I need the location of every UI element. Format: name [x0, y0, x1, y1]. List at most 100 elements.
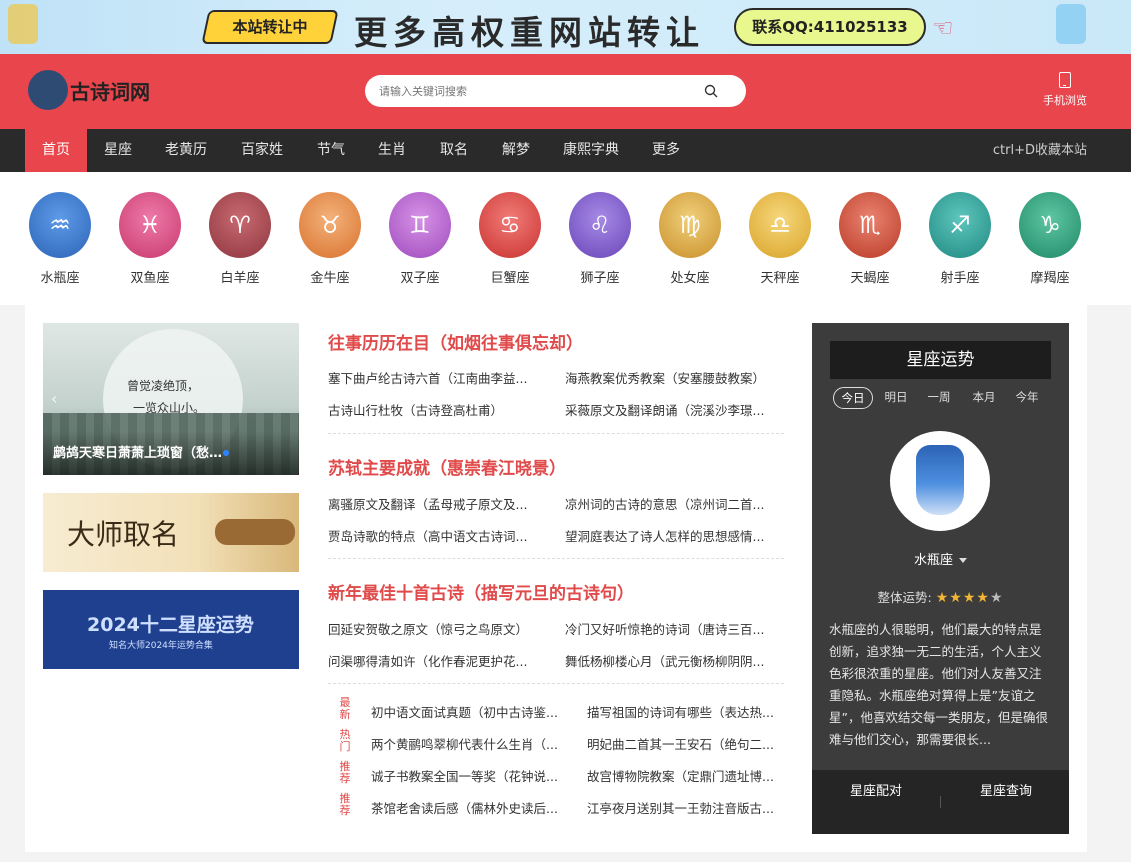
list-link[interactable]: 茶馆老舍读后感（儒林外史读后... — [371, 798, 567, 817]
nav-item-kangxi[interactable]: 康熙字典 — [560, 129, 622, 172]
zodiac-name: 狮子座 — [580, 271, 620, 286]
article-link[interactable]: 海燕教案优秀教案（安塞腰鼓教案） — [565, 368, 777, 387]
slider-caption[interactable]: 鹧鸪天寒日萧萧上琐窗（愁… — [53, 442, 222, 461]
top-ad-banner[interactable]: 本站转让中 更多高权重网站转让 联系QQ:411025133 ☜ — [0, 0, 1131, 54]
list-tag-latest: 最新 — [339, 696, 351, 721]
article-link[interactable]: 古诗山行杜牧（古诗登高杜甫） — [328, 400, 540, 419]
zodiac-item-leo[interactable]: ♌ 狮子座 — [560, 192, 640, 286]
article-link[interactable]: 冷门又好听惊艳的诗词（唐诗三百... — [565, 619, 777, 638]
zodiac-name: 天蝎座 — [850, 271, 890, 286]
leo-icon: ♌ — [569, 192, 631, 258]
site-header: 古诗词网 手机浏览 — [0, 54, 1131, 129]
virgo-icon: ♍ — [659, 192, 721, 258]
zodiac-item-aries[interactable]: ♈ 白羊座 — [200, 192, 280, 286]
aquarius-icon: ♒ — [29, 192, 91, 258]
list-tag-recommend: 推荐 — [339, 760, 351, 785]
search-box — [365, 75, 746, 107]
zodiac-item-gemini[interactable]: ♊ 双子座 — [380, 192, 460, 286]
zodiac-item-pisces[interactable]: ♓ 双鱼座 — [110, 192, 190, 286]
tab-tomorrow[interactable]: 明日 — [879, 387, 913, 409]
site-logo[interactable]: 古诗词网 — [28, 68, 158, 114]
group-title[interactable]: 往事历历在目（如烟往事俱忘却） — [328, 329, 583, 354]
main-content: 曾觉凌绝顶， 一览众山小。 ‹ 鹧鸪天寒日萧萧上琐窗（愁… 大师取名 2024十… — [25, 305, 1087, 852]
caret-down-icon — [959, 558, 967, 563]
list-link[interactable]: 描写祖国的诗词有哪些（表达热... — [587, 702, 784, 721]
star-rating: ★★★★★ — [936, 590, 1004, 606]
search-icon[interactable] — [704, 84, 718, 98]
horoscope-tabs: 今日 明日 一周 本月 今年 — [833, 387, 1053, 409]
sign-selector[interactable]: 水瓶座 — [812, 549, 1069, 568]
tab-week[interactable]: 一周 — [922, 387, 956, 409]
list-link[interactable]: 初中语文面试真题（初中古诗鉴... — [371, 702, 567, 721]
list-link[interactable]: 故宫博物院教案（定鼎门遗址博... — [587, 766, 784, 785]
article-link[interactable]: 塞下曲卢纶古诗六首（江南曲李益... — [328, 368, 540, 387]
ad-horoscope-2024[interactable]: 2024十二星座运势 知名大师2024年运势合集 — [43, 590, 299, 669]
zodiac-item-scorpio[interactable]: ♏ 天蝎座 — [830, 192, 910, 286]
list-link[interactable]: 江亭夜月送别其一王勃注音版古... — [587, 798, 784, 817]
ad-master-naming[interactable]: 大师取名 — [43, 493, 299, 572]
overall-label: 整体运势: — [877, 590, 932, 605]
zodiac-item-sagittarius[interactable]: ♐ 射手座 — [920, 192, 1000, 286]
logo-figure-icon — [28, 70, 68, 110]
zodiac-item-cancer[interactable]: ♋ 巨蟹座 — [470, 192, 550, 286]
group-title[interactable]: 新年最佳十首古诗（描写元旦的古诗句） — [328, 579, 634, 604]
query-button[interactable]: 星座查询 — [980, 782, 1040, 802]
mobile-view-label: 手机浏览 — [1043, 94, 1087, 107]
article-link[interactable]: 问渠哪得清如许（化作春泥更护花... — [328, 651, 540, 670]
phone-icon — [1059, 72, 1071, 88]
slider-caption-bar: 鹧鸪天寒日萧萧上琐窗（愁… — [43, 431, 299, 475]
libra-icon: ♎ — [749, 192, 811, 258]
chevron-left-icon[interactable]: ‹ — [51, 389, 57, 408]
match-button[interactable]: 星座配对 — [850, 782, 910, 802]
horoscope-footer: 星座配对 星座查询 — [812, 770, 1069, 834]
article-link[interactable]: 离骚原文及翻译（孟母戒子原文及... — [328, 494, 540, 513]
ad-master-naming-text: 大师取名 — [67, 518, 180, 551]
horoscope-panel: 星座运势 今日 明日 一周 本月 今年 水瓶座 整体运势: ★★★★★ 水瓶座的… — [812, 323, 1069, 834]
nav-item-more[interactable]: 更多 — [645, 129, 687, 172]
tab-month[interactable]: 本月 — [967, 387, 1001, 409]
nav-item-surnames[interactable]: 百家姓 — [236, 129, 288, 172]
calligraphy-line-1: 曾觉凌绝顶， — [127, 379, 200, 393]
article-link[interactable]: 凉州词的古诗的意思（凉州词二首... — [565, 494, 777, 513]
star-icon: ★ — [935, 590, 950, 606]
list-tag-hot: 热门 — [339, 728, 351, 753]
article-link[interactable]: 采薇原文及翻译朗诵（浣溪沙李璟... — [565, 400, 777, 419]
nav-item-dreams[interactable]: 解梦 — [495, 129, 537, 172]
nav-item-solar-terms[interactable]: 节气 — [310, 129, 352, 172]
aquarius-vase-icon — [916, 445, 964, 515]
article-link[interactable]: 望洞庭表达了诗人怎样的思想感情... — [565, 526, 777, 545]
aries-icon: ♈ — [209, 192, 271, 258]
nav-item-naming[interactable]: 取名 — [433, 129, 475, 172]
ad-horoscope-subtitle: 知名大师2024年运势合集 — [109, 641, 213, 651]
tab-today[interactable]: 今日 — [833, 387, 873, 409]
list-link[interactable]: 诚子书教案全国一等奖（花钟说... — [371, 766, 567, 785]
zodiac-item-aquarius[interactable]: ♒ 水瓶座 — [20, 192, 100, 286]
group-title[interactable]: 苏轼主要成就（惠崇春江晓景） — [328, 454, 566, 479]
featured-slider[interactable]: 曾觉凌绝顶， 一览众山小。 ‹ 鹧鸪天寒日萧萧上琐窗（愁… — [43, 323, 299, 475]
nav-item-constellation[interactable]: 星座 — [97, 129, 139, 172]
article-link[interactable]: 回延安贺敬之原文（惊弓之鸟原文） — [328, 619, 540, 638]
gemini-icon: ♊ — [389, 192, 451, 258]
list-link[interactable]: 明妃曲二首其一王安石（绝句二... — [587, 734, 784, 753]
zodiac-name: 天秤座 — [760, 271, 800, 286]
mobile-view-link[interactable]: 手机浏览 — [1040, 72, 1090, 114]
sign-avatar — [890, 431, 990, 531]
bookmark-hint: ctrl+D收藏本站 — [992, 143, 1087, 158]
search-input[interactable] — [379, 82, 699, 100]
article-link[interactable]: 贾岛诗歌的特点（高中语文古诗词... — [328, 526, 540, 545]
zodiac-name: 处女座 — [670, 271, 710, 286]
zodiac-item-virgo[interactable]: ♍ 处女座 — [650, 192, 730, 286]
zodiac-name: 摩羯座 — [1030, 271, 1070, 286]
zodiac-item-taurus[interactable]: ♉ 金牛座 — [290, 192, 370, 286]
slider-dot[interactable] — [223, 450, 229, 456]
zodiac-item-capricorn[interactable]: ♑ 摩羯座 — [1010, 192, 1090, 286]
zodiac-item-libra[interactable]: ♎ 天秤座 — [740, 192, 820, 286]
article-link[interactable]: 舞低杨柳楼心月（武元衡杨柳阴阴... — [565, 651, 777, 670]
list-link[interactable]: 两个黄鹂鸣翠柳代表什么生肖（... — [371, 734, 567, 753]
tab-year[interactable]: 今年 — [1010, 387, 1044, 409]
nav-item-almanac[interactable]: 老黄历 — [160, 129, 212, 172]
pointer-icon: ☜ — [932, 14, 954, 42]
sagittarius-icon: ♐ — [929, 192, 991, 258]
nav-item-home[interactable]: 首页 — [25, 129, 87, 172]
nav-item-zodiac-animals[interactable]: 生肖 — [371, 129, 413, 172]
